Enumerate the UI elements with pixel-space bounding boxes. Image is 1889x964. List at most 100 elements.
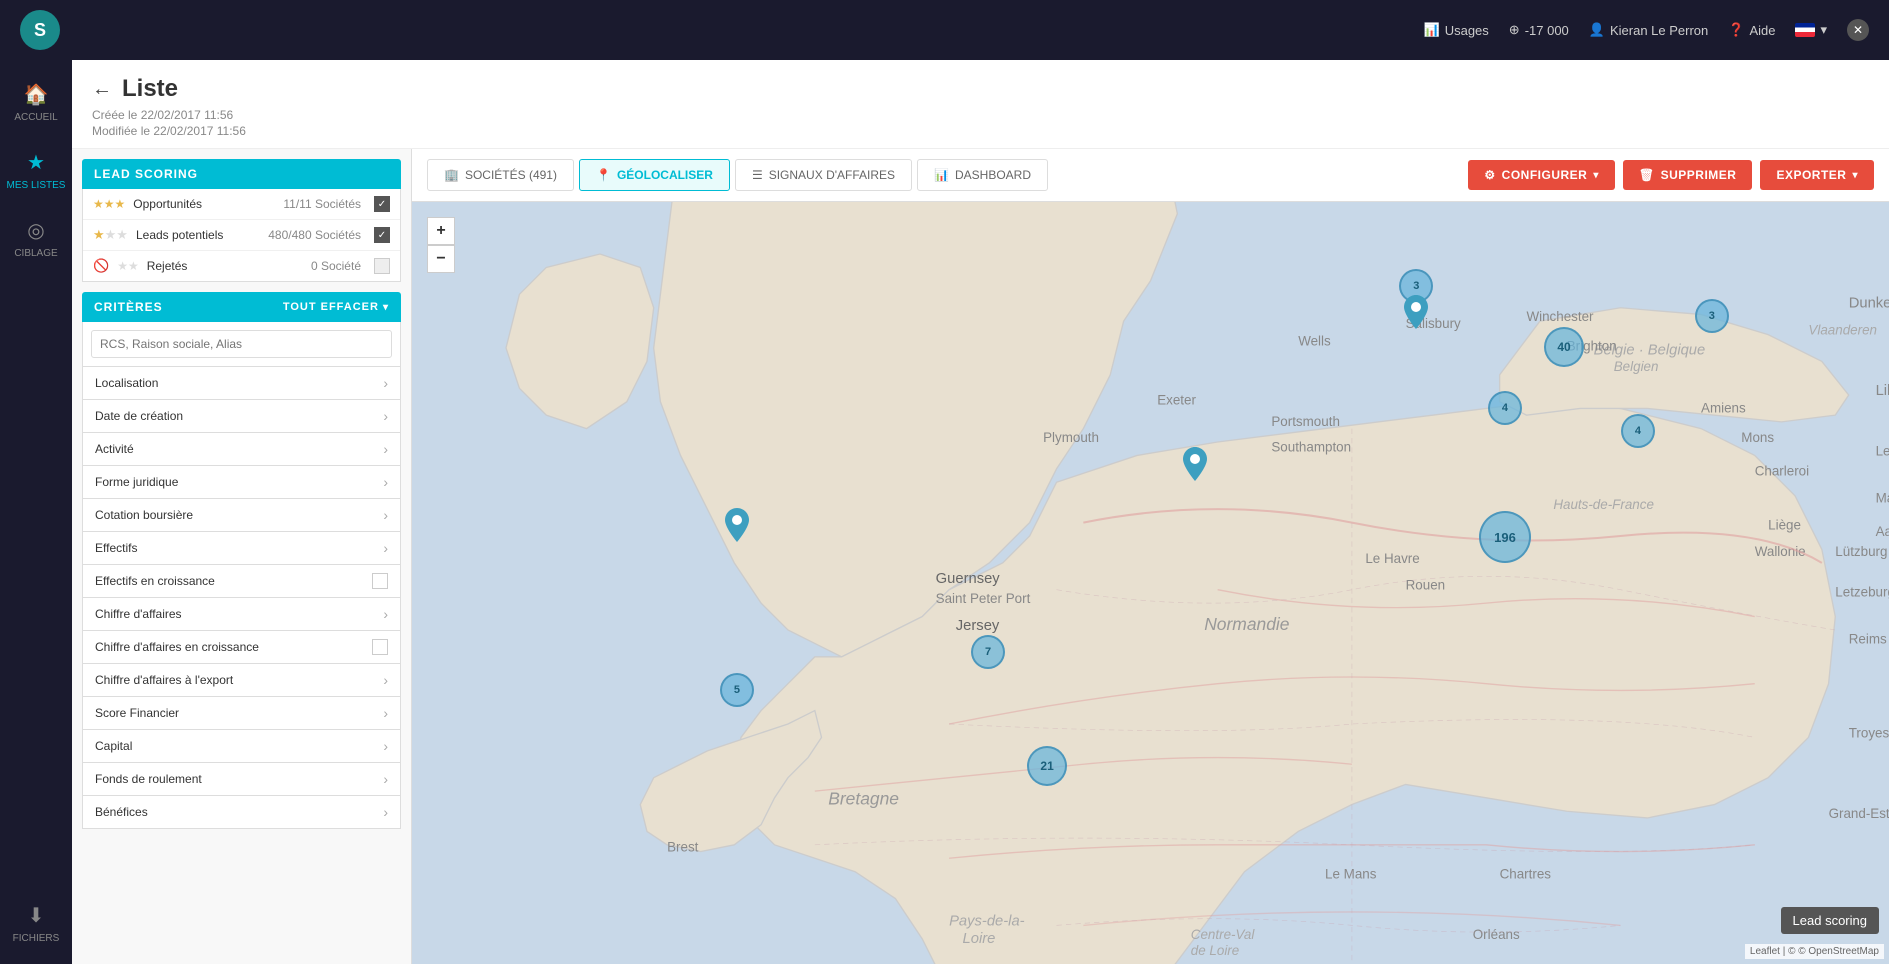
pin-marker-brittany[interactable]: [725, 508, 749, 545]
svg-text:Dunkerque: Dunkerque: [1849, 296, 1889, 312]
filter-benefices[interactable]: Bénéfices ›: [82, 796, 401, 829]
chevron-right-icon: ›: [383, 408, 388, 424]
cluster-5-brest[interactable]: 5: [720, 673, 754, 707]
chevron-down-icon: ▾: [1593, 170, 1599, 181]
tabs-right: ⚙ CONFIGURER ▾ 🗑 SUPPRIMER EXPORTER ▾: [1468, 160, 1874, 190]
filter-ca[interactable]: Chiffre d'affaires ›: [82, 598, 401, 631]
pin-marker-normandy[interactable]: [1183, 447, 1207, 484]
top-nav-right: 📊 Usages ⊕ -17 000 👤 Kieran Le Perron ❓ …: [1424, 19, 1869, 41]
cluster-196-paris[interactable]: 196: [1479, 511, 1531, 563]
sidebar: 🏠 ACCUEIL ★ MES LISTES ◎ CIBLAGE ⬇ FICHI…: [0, 60, 72, 964]
search-wrap: [82, 322, 401, 367]
filter-score-financier[interactable]: Score Financier ›: [82, 697, 401, 730]
flag-icon: [1795, 23, 1815, 37]
lang-selector[interactable]: ▾: [1795, 22, 1827, 38]
sidebar-item-mes-listes[interactable]: ★ MES LISTES: [0, 138, 72, 201]
export-button[interactable]: EXPORTER ▾: [1760, 160, 1874, 190]
filter-capital[interactable]: Capital ›: [82, 730, 401, 763]
svg-text:Letzeburg: Letzeburg: [1835, 584, 1889, 599]
svg-text:Amiens: Amiens: [1701, 400, 1746, 415]
zoom-in-button[interactable]: +: [427, 217, 455, 245]
cluster-21-nantes[interactable]: 21: [1027, 746, 1067, 786]
criteria-section: CRITÈRES Tout effacer ▾ Localisation ›: [82, 292, 401, 829]
filter-fonds-roulement[interactable]: Fonds de roulement ›: [82, 763, 401, 796]
filter-ca-export[interactable]: Chiffre d'affaires à l'export ›: [82, 664, 401, 697]
tab-geolocaliser[interactable]: 📍 GÉOLOCALISER: [579, 159, 730, 191]
sidebar-item-fichiers[interactable]: ⬇ FICHIERS: [0, 891, 72, 954]
top-navbar: S 📊 Usages ⊕ -17 000 👤 Kieran Le Perron …: [0, 0, 1889, 60]
dashboard-icon: 📊: [934, 168, 949, 182]
filter-effectifs[interactable]: Effectifs ›: [82, 532, 401, 565]
svg-text:Winchester: Winchester: [1526, 309, 1594, 324]
map-tabs-bar: 🏢 SOCIÉTÉS (491) 📍 GÉOLOCALISER ☰ SIGNAU…: [412, 149, 1889, 202]
zoom-out-button[interactable]: −: [427, 245, 455, 273]
chevron-right-icon: ›: [383, 672, 388, 688]
lead-checkbox-opportunites[interactable]: [374, 196, 390, 212]
svg-text:Reims: Reims: [1849, 631, 1887, 646]
user-icon: 👤: [1589, 22, 1605, 38]
svg-text:Belgien: Belgien: [1614, 359, 1659, 374]
svg-text:Rouen: Rouen: [1406, 578, 1446, 593]
lead-checkbox-potentiels[interactable]: [374, 227, 390, 243]
help-nav-item[interactable]: ❓ Aide: [1728, 22, 1775, 38]
cluster-40-lille[interactable]: 40: [1544, 327, 1584, 367]
rejected-icon: 🚫: [93, 258, 109, 274]
lead-row-rejetes: 🚫 ★★ Rejetés 0 Société: [83, 251, 400, 281]
lead-scoring-badge: Lead scoring: [1781, 907, 1879, 934]
svg-text:Mons: Mons: [1741, 430, 1774, 445]
filter-ca-croissance: Chiffre d'affaires en croissance: [82, 631, 401, 664]
cluster-7-rennes[interactable]: 7: [971, 635, 1005, 669]
clear-all-button[interactable]: Tout effacer ▾: [283, 301, 389, 313]
cluster-4-east[interactable]: 4: [1621, 414, 1655, 448]
usages-nav-item[interactable]: 📊 Usages: [1424, 22, 1489, 38]
page-header: ← Liste Créée le 22/02/2017 11:56 Modifi…: [72, 60, 1889, 149]
sidebar-item-ciblage[interactable]: ◎ CIBLAGE: [0, 206, 72, 269]
zoom-controls: + −: [427, 217, 455, 273]
back-button[interactable]: ←: [92, 78, 112, 101]
checkbox-ca-croissance[interactable]: [372, 639, 388, 655]
user-nav-item[interactable]: 👤 Kieran Le Perron: [1589, 22, 1708, 38]
list-icon: ☰: [752, 168, 763, 182]
pin-marker-lille[interactable]: [1404, 295, 1428, 332]
svg-text:Loire: Loire: [963, 931, 996, 947]
close-button[interactable]: ✕: [1847, 19, 1869, 41]
svg-text:Portsmouth: Portsmouth: [1271, 414, 1340, 429]
lead-checkbox-rejetes[interactable]: [374, 258, 390, 274]
content-body: LEAD SCORING ★★★ Opportunités 11/11 Soci…: [72, 149, 1889, 964]
chevron-right-icon: ›: [383, 507, 388, 523]
map-container[interactable]: + −: [412, 202, 1889, 964]
svg-text:Saint Peter Port: Saint Peter Port: [936, 591, 1031, 606]
filter-activite[interactable]: Activité ›: [82, 433, 401, 466]
left-panel: LEAD SCORING ★★★ Opportunités 11/11 Soci…: [72, 149, 412, 964]
svg-text:Aach...: Aach...: [1876, 524, 1889, 539]
cluster-4-amiens[interactable]: 4: [1488, 391, 1522, 425]
filter-effectifs-croissance: Effectifs en croissance: [82, 565, 401, 598]
sidebar-item-accueil[interactable]: 🏠 ACCUEIL: [0, 70, 72, 133]
app-logo[interactable]: S: [20, 10, 60, 50]
svg-text:Wells: Wells: [1298, 333, 1331, 348]
tab-signaux[interactable]: ☰ SIGNAUX D'AFFAIRES: [735, 159, 912, 191]
building-icon: 🏢: [444, 168, 459, 182]
configure-button[interactable]: ⚙ CONFIGURER ▾: [1468, 160, 1614, 190]
pin-icon: 📍: [596, 168, 611, 182]
modified-meta: Modifiée le 22/02/2017 11:56: [92, 124, 1869, 138]
svg-text:Southampton: Southampton: [1271, 439, 1351, 454]
filter-localisation[interactable]: Localisation ›: [82, 367, 401, 400]
search-input[interactable]: [91, 330, 392, 358]
svg-text:Le Havre: Le Havre: [1365, 551, 1419, 566]
help-icon: ❓: [1728, 22, 1744, 38]
filter-cotation[interactable]: Cotation boursière ›: [82, 499, 401, 532]
checkbox-effectifs-croissance[interactable]: [372, 573, 388, 589]
content-area: ← Liste Créée le 22/02/2017 11:56 Modifi…: [72, 60, 1889, 964]
delete-button[interactable]: 🗑 SUPPRIMER: [1623, 160, 1753, 190]
tab-societes[interactable]: 🏢 SOCIÉTÉS (491): [427, 159, 574, 191]
svg-text:Plymouth: Plymouth: [1043, 430, 1099, 445]
stars-potentiels: ★★★: [93, 227, 128, 243]
filter-forme-juridique[interactable]: Forme juridique ›: [82, 466, 401, 499]
cluster-3-right[interactable]: 3: [1695, 299, 1729, 333]
credits-nav-item[interactable]: ⊕ -17 000: [1509, 22, 1569, 38]
filter-date-creation[interactable]: Date de création ›: [82, 400, 401, 433]
tab-dashboard[interactable]: 📊 DASHBOARD: [917, 159, 1048, 191]
created-meta: Créée le 22/02/2017 11:56: [92, 108, 1869, 122]
svg-text:Lille: Lille: [1876, 383, 1889, 399]
